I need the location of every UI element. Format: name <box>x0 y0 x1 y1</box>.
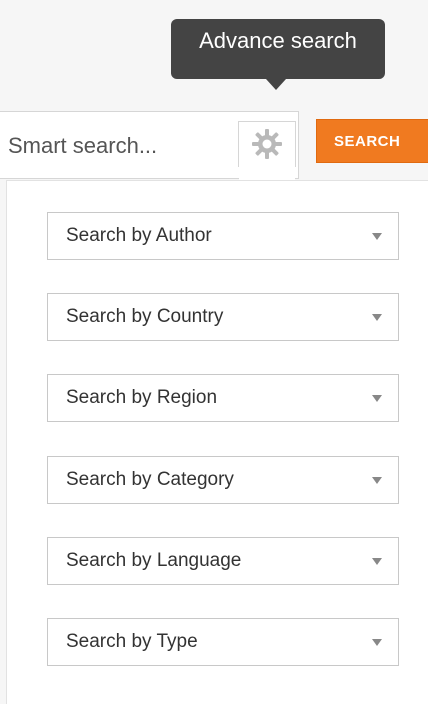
search-bar: SEARCH <box>0 111 428 181</box>
caret-down-icon <box>372 558 382 565</box>
language-dropdown[interactable]: Search by Language <box>47 537 399 585</box>
caret-down-icon <box>372 639 382 646</box>
dropdown-label: Search by Language <box>66 550 242 571</box>
gear-tab-connector <box>239 166 295 180</box>
tooltip-text: Advance search <box>199 28 357 53</box>
dropdown-label: Search by Category <box>66 469 234 490</box>
country-dropdown[interactable]: Search by Country <box>47 293 399 341</box>
caret-down-icon <box>372 477 382 484</box>
advance-search-tooltip: Advance search <box>171 19 385 79</box>
gear-icon <box>252 129 282 159</box>
advanced-search-page: Advance search Smart search... SEARCH Se… <box>0 0 428 704</box>
search-button[interactable]: SEARCH <box>316 119 428 163</box>
caret-down-icon <box>372 233 382 240</box>
advanced-search-panel: Search by Author Search by Country Searc… <box>6 180 428 704</box>
author-dropdown[interactable]: Search by Author <box>47 212 399 260</box>
dropdown-label: Search by Author <box>66 225 212 246</box>
caret-down-icon <box>372 395 382 402</box>
dropdown-label: Search by Region <box>66 387 218 408</box>
type-dropdown[interactable]: Search by Type <box>47 618 399 666</box>
dropdown-label: Search by Country <box>66 306 224 327</box>
category-dropdown[interactable]: Search by Category <box>47 456 399 504</box>
smart-search-input[interactable] <box>8 126 233 166</box>
advanced-search-toggle[interactable] <box>238 121 296 167</box>
region-dropdown[interactable]: Search by Region <box>47 374 399 422</box>
caret-down-icon <box>372 314 382 321</box>
dropdown-label: Search by Type <box>66 631 198 652</box>
tooltip-arrow <box>266 79 286 90</box>
